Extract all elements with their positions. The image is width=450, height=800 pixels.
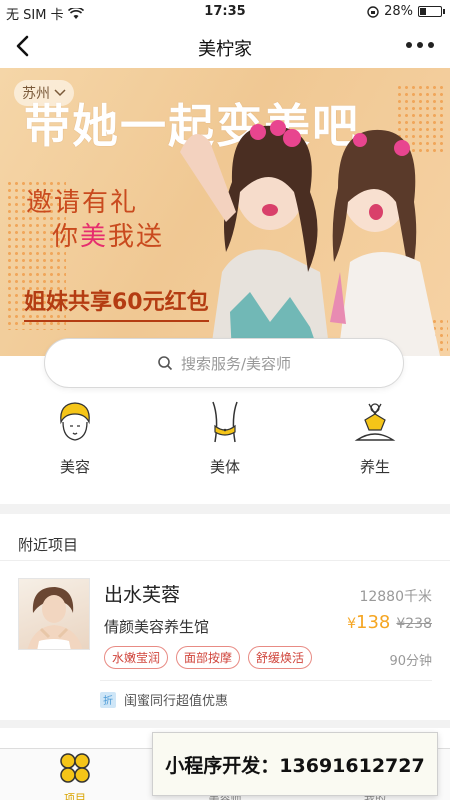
face-care-icon (60, 402, 90, 441)
banner-models-illustration (180, 120, 440, 356)
current-price: 138 (356, 612, 391, 633)
service-thumbnail[interactable] (18, 578, 90, 650)
navigation-bar: 美柠家 (0, 24, 450, 68)
rotation-lock-icon (367, 5, 379, 18)
search-icon (158, 356, 173, 371)
tab-projects[interactable]: 项目 (25, 751, 125, 800)
tab-label: 项目 (64, 792, 86, 800)
promo-banner[interactable]: 带她一起变美吧 苏州 邀请有礼 你美我送 姐妹共享60元红包 (0, 68, 450, 356)
contact-ad-overlay: 小程序开发：13691612727 (152, 732, 438, 796)
deal-row[interactable]: 折 闺蜜同行超值优惠 (100, 690, 228, 709)
service-tag: 舒缓焕活 (248, 646, 313, 669)
category-label: 美体 (209, 458, 240, 476)
category-label: 美容 (59, 458, 90, 476)
status-bar: 无 SIM 卡 17:35 28% (0, 0, 450, 24)
battery-fill (420, 8, 426, 15)
category-label: 养生 (359, 458, 390, 476)
deal-text: 闺蜜同行超值优惠 (124, 694, 229, 709)
section-title: 附近项目 (18, 536, 79, 554)
page-title: 美柠家 (198, 39, 252, 60)
invite-text: 邀请有礼 (26, 188, 139, 218)
service-name[interactable]: 出水芙蓉 (104, 580, 180, 607)
body-waist-icon (212, 401, 238, 443)
more-options-icon[interactable] (406, 42, 434, 48)
battery-icon (418, 6, 445, 17)
category-beauty[interactable]: 美容 (25, 400, 125, 477)
price-block: ¥138 ¥238 (347, 612, 432, 633)
app-screen: { "status_bar": { "carrier": "无 SIM 卡", … (0, 0, 450, 800)
discount-badge-icon: 折 (100, 691, 116, 708)
category-body[interactable]: 美体 (175, 400, 275, 477)
shop-name: 倩颜美容养生馆 (104, 618, 210, 636)
duration-label: 90分钟 (389, 654, 432, 669)
city-selector[interactable]: 苏州 (14, 80, 74, 106)
yoga-meditation-icon (354, 403, 396, 441)
city-label: 苏州 (22, 86, 50, 102)
clover-icon (60, 753, 90, 783)
service-tag: 水嫩莹润 (104, 646, 169, 669)
invite-subtext: 你美我送 (52, 222, 165, 252)
original-price: ¥238 (396, 616, 432, 632)
service-tags: 水嫩莹润 面部按摩 舒缓焕活 (104, 646, 313, 669)
search-placeholder: 搜索服务/美容师 (180, 354, 292, 373)
chevron-down-icon (54, 89, 66, 97)
service-tag: 面部按摩 (176, 646, 241, 669)
search-bar[interactable]: 搜索服务/美容师 (44, 338, 404, 388)
currency-symbol: ¥ (347, 616, 356, 632)
distance-label: 12880千米 (359, 589, 432, 605)
category-wellness[interactable]: 养生 (325, 400, 425, 477)
model-photo (27, 587, 83, 649)
battery-percent: 28% (384, 4, 413, 19)
